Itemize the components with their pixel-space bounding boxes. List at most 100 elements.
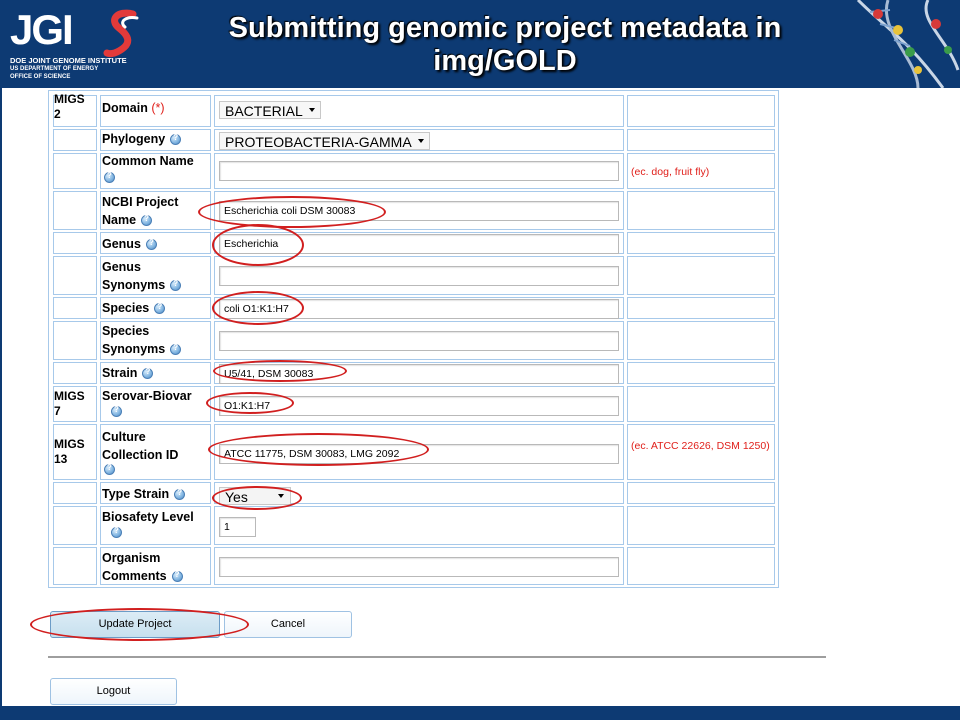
field-label-text: Species [102,301,150,315]
type-strain-select[interactable]: Yes [219,487,291,505]
field-cell [214,506,624,545]
help-question-icon[interactable] [104,171,115,183]
field-label-text: Strain [102,366,138,380]
logout-button[interactable]: Logout [50,678,177,705]
field-label-text: Organism Comments [102,551,167,583]
example-cell [627,95,775,127]
culture-collection-example: (ec. ATCC 22626, DSM 1250) [631,440,770,452]
common-name-example: (ec. dog, fruit fly) [631,166,710,178]
common-name-input[interactable] [219,161,619,181]
help-question-icon[interactable] [145,238,157,251]
example-cell [627,321,775,360]
biosafety-level-input[interactable]: 1 [219,517,256,537]
example-cell [627,191,775,230]
example-cell [627,506,775,545]
migs-label: MIGS 7 [54,389,85,418]
field-label-text: Genus Synonyms [102,260,166,292]
field-label-organism-comments: Organism Comments [102,549,206,585]
example-cell [627,386,775,422]
logo-line-doe: US DEPARTMENT OF ENERGY [10,66,99,72]
migs-label: MIGS 13 [54,437,85,466]
field-label-species: Species [102,299,166,317]
genus-input[interactable]: Escherichia [219,234,619,254]
divider [48,656,826,658]
help-question-icon[interactable] [170,343,182,356]
help-question-icon[interactable] [174,488,186,501]
migs-cell [53,232,97,254]
project-metadata-form: MIGS 2 Domain (*) BACTERIAL Phylogeny PR… [48,90,779,588]
migs-label: MIGS 2 [54,92,85,121]
field-label-serovar-biovar: Serovar-Biovar [102,389,192,403]
field-label-text: NCBI Project Name [102,195,179,227]
field-label-culture-collection-id: Culture Collection ID [102,430,179,462]
field-label-type-strain: Type Strain [102,485,186,503]
migs-cell [53,297,97,319]
field-label-species-synonyms: Species Synonyms [102,322,206,358]
help-question-icon[interactable] [104,463,115,475]
field-label-genus: Genus [102,235,157,253]
field-label-ncbi-project-name: NCBI Project Name [102,193,206,229]
domain-select[interactable]: BACTERIAL [219,101,321,119]
help-question-icon[interactable] [111,526,122,538]
dropdown-caret-icon [277,494,284,499]
species-synonyms-input[interactable] [219,331,619,351]
strain-input[interactable]: U5/41, DSM 30083 [219,364,619,384]
migs-cell [53,256,97,295]
field-label-text: Genus [102,237,141,251]
help-question-icon[interactable] [154,302,166,315]
example-cell [627,547,775,585]
migs-cell [53,362,97,384]
field-label-phylogeny: Phylogeny [102,130,182,148]
migs-cell [53,129,97,151]
field-label-domain: Domain (*) [102,99,165,117]
dna-helix-icon [856,0,960,88]
migs-cell [53,153,97,189]
slide-title: Submitting genomic project metadata in i… [228,12,782,77]
field-label-biosafety-level: Biosafety Level [102,510,194,524]
type-strain-select-value: Yes [225,489,248,505]
example-cell [627,256,775,295]
migs-cell [53,506,97,545]
help-question-icon[interactable] [170,133,182,146]
phylogeny-select[interactable]: PROTEOBACTERIA-GAMMA [219,132,430,150]
domain-select-value: BACTERIAL [225,103,303,119]
serovar-biovar-input[interactable]: O1:K1:H7 [219,396,619,416]
phylogeny-select-value: PROTEOBACTERIA-GAMMA [225,134,412,150]
example-cell [627,297,775,319]
field-label-text: Phylogeny [102,132,166,146]
field-label-genus-synonyms: Genus Synonyms [102,258,206,294]
dropdown-caret-icon [417,139,424,144]
field-label-common-name: Common Name [102,154,194,168]
migs-cell [53,321,97,360]
jgi-logo: JGI DOE JOINT GENOME INSTITUTE US DEPART… [8,6,158,84]
logo-line-institute: DOE JOINT GENOME INSTITUTE [10,56,127,65]
field-label-strain: Strain [102,364,154,382]
culture-collection-id-input[interactable]: ATCC 11775, DSM 30083, LMG 2092 [219,444,619,464]
field-label-text: Species Synonyms [102,324,166,356]
species-input[interactable]: coli O1:K1:H7 [219,299,619,319]
required-marker: (*) [151,101,165,115]
migs-cell [53,482,97,504]
organism-comments-input[interactable] [219,557,619,577]
logo-s-icon [103,9,139,58]
migs-cell [53,547,97,585]
help-question-icon[interactable] [142,367,154,380]
help-question-icon[interactable] [141,214,153,227]
help-question-icon[interactable] [171,570,183,583]
cancel-button[interactable]: Cancel [224,611,352,638]
slide-frame-bottom [0,706,960,720]
example-cell [627,232,775,254]
update-project-button[interactable]: Update Project [50,611,220,638]
logo-wordmark: JGI [10,6,74,53]
ncbi-project-name-input[interactable]: Escherichia coli DSM 30083 [219,201,619,221]
example-cell [627,482,775,504]
help-question-icon[interactable] [111,405,122,417]
header-banner: JGI DOE JOINT GENOME INSTITUTE US DEPART… [0,0,960,88]
example-cell [627,129,775,151]
help-question-icon[interactable] [170,279,182,292]
field-label-text: Type Strain [102,487,170,501]
slide-frame-left [0,88,2,710]
logo-line-office: OFFICE OF SCIENCE [10,74,71,80]
genus-synonyms-input[interactable] [219,266,619,286]
migs-cell [53,191,97,230]
